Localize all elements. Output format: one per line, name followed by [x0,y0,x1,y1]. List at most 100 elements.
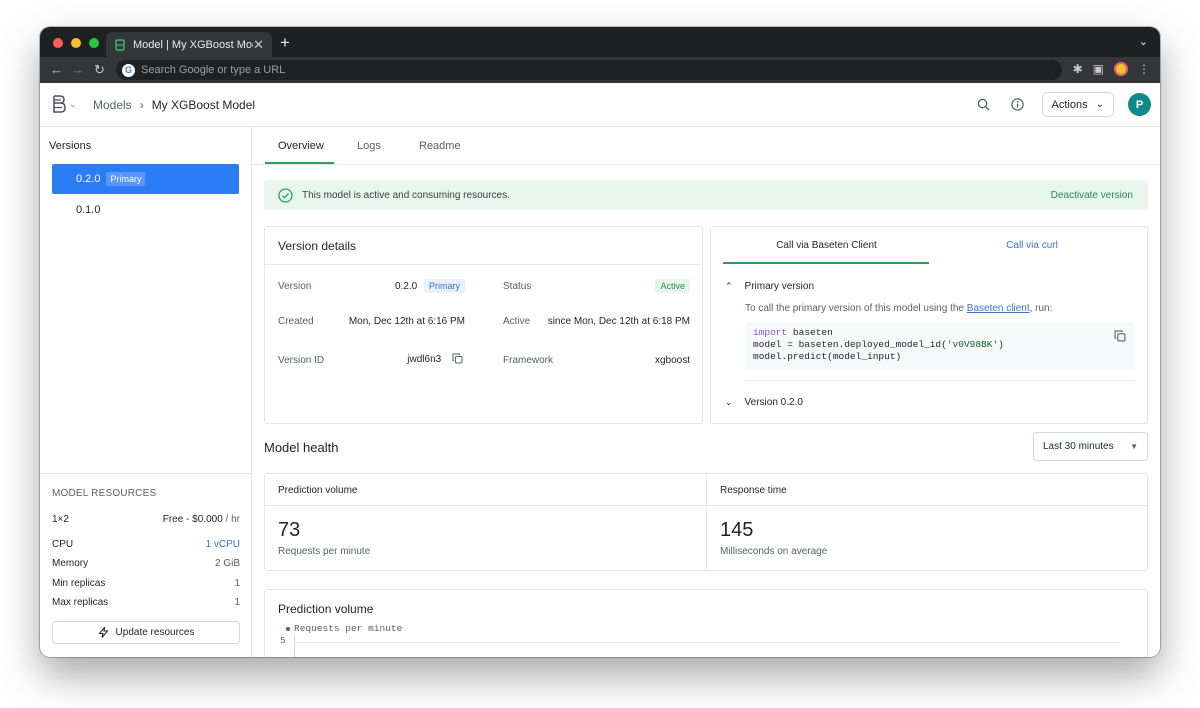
header-actions: Actions ⌄ P [974,92,1151,117]
close-tab-icon[interactable]: ✕ [253,37,264,53]
instruction-prefix: To call the primary version of this mode… [745,303,964,314]
baseten-favicon-icon [115,38,125,51]
deactivate-version-link[interactable]: Deactivate version [1051,190,1133,201]
legend-dot-icon [286,626,290,631]
version-item-0-2-0[interactable]: 0.2.0 Primary [52,164,239,194]
baseten-logo-icon [53,95,66,113]
primary-version-accordion[interactable]: ⌃ Primary version [725,281,814,292]
resource-row-max-replicas: Max replicas 1 [52,597,240,608]
copy-icon[interactable] [452,353,463,364]
resources-title: MODEL RESOURCES [52,488,157,499]
chevron-down-icon: ⌄ [1095,99,1104,110]
resource-value: 1 vCPU [205,539,240,550]
breadcrumb-models[interactable]: Models [93,98,132,112]
time-range-select[interactable]: Last 30 minutes ▼ [1033,432,1148,461]
version-id-label: Version ID [278,355,325,366]
breadcrumb: Models › My XGBoost Model [93,98,255,112]
baseten-logo[interactable]: ⌄ [52,95,77,113]
main-tabs: Overview Logs Readme [252,127,1160,165]
version-details-title: Version details [278,239,357,253]
prediction-volume-chart-card: Prediction volume Requests per minute 5 [264,589,1148,657]
tab-search-chevron-icon[interactable]: ⌄ [1139,35,1148,48]
profile-icon[interactable] [1114,62,1128,76]
legend-label: Requests per minute [294,623,403,634]
versions-sidebar: Versions 0.2.0 Primary 0.1.0 MODEL RESOU… [40,127,252,657]
instance-label: 1×2 [52,514,69,525]
resource-label: CPU [52,539,74,550]
divider [265,505,1147,506]
tab-call-curl[interactable]: Call via curl [929,240,1135,251]
actions-button[interactable]: Actions ⌄ [1041,92,1114,117]
logo-chevron-down-icon: ⌄ [69,98,77,109]
tab-logs[interactable]: Logs [357,140,381,152]
prediction-volume-value: 73 [278,519,301,541]
model-resources: MODEL RESOURCES 1×2 Free - $0.000 / hr C… [40,473,251,657]
response-time-label: Response time [720,485,787,496]
chevron-down-icon: ⌄ [725,397,733,407]
caret-down-icon: ▼ [1130,442,1138,451]
avatar[interactable]: P [1128,93,1151,116]
banner-message: This model is active and consuming resou… [302,189,510,201]
new-tab-icon[interactable]: + [280,33,290,53]
response-time-unit: Milliseconds on average [720,546,828,557]
resource-value: 2 GiB [214,558,240,569]
forward-arrow-icon[interactable]: → [71,62,84,77]
browser-toolbar-actions: ✱ ▣ ⋮ [1073,62,1150,76]
close-window-button[interactable] [53,38,63,48]
search-icon[interactable] [974,95,994,115]
version-details-card: Version details Version 0.2.0 Primary St… [264,226,703,424]
prediction-volume-label: Prediction volume [278,485,358,496]
info-icon[interactable] [1008,95,1028,115]
code-snippet: import baseten model = baseten.deployed_… [745,322,1135,370]
resource-row-min-replicas: Min replicas 1 [52,578,240,589]
active-value: since Mon, Dec 12th at 6:18 PM [547,316,690,327]
breadcrumb-chevron-right-icon: › [139,98,144,112]
tab-readme[interactable]: Readme [419,140,461,152]
resource-label: Max replicas [52,597,109,608]
primary-version-header: Primary version [744,281,815,292]
resource-row-memory: Memory 2 GiB [52,558,240,569]
chart-y-axis [294,635,295,657]
version-0-2-0-accordion[interactable]: ⌄ Version 0.2.0 [725,397,803,408]
extensions-puzzle-icon[interactable]: ✱ [1073,62,1083,76]
code-string: 'v0V98BK' [946,339,999,350]
status-value: Active [595,279,690,293]
version-item-0-1-0[interactable]: 0.1.0 [52,195,239,225]
call-instructions: To call the primary version of this mode… [745,303,1052,314]
response-time-value: 145 [720,519,754,541]
maximize-window-button[interactable] [89,38,99,48]
browser-tabbar: Model | My XGBoost Model ✕ + ⌄ [40,27,1160,57]
resource-value: 1 [234,597,240,608]
active-call-tab-indicator [723,262,929,264]
copy-icon[interactable] [1114,330,1126,342]
sidepanel-icon[interactable]: ▣ [1093,62,1104,76]
price-value: Free - $0.000 [162,514,223,525]
browser-window: Model | My XGBoost Model ✕ + ⌄ ← → ↻ G S… [40,27,1160,657]
resource-row-cpu: CPU 1 vCPU [52,539,240,550]
price-unit: / hr [225,514,240,525]
versions-title: Versions [49,140,92,152]
browser-tab[interactable]: Model | My XGBoost Model ✕ [106,32,272,57]
y-tick-label: 5 [280,636,286,646]
tab-call-baseten-client[interactable]: Call via Baseten Client [724,240,929,251]
version-label: 0.1.0 [76,204,101,216]
chart-gridline [294,642,1120,643]
baseten-client-link[interactable]: Baseten client [967,303,1030,314]
created-label: Created [278,316,314,327]
back-arrow-icon[interactable]: ← [50,62,63,77]
app-header: ⌄ Models › My XGBoost Model Actions ⌄ P [40,83,1160,127]
code-text: model.predict(model_input) [753,351,902,362]
reload-icon[interactable]: ↻ [94,62,105,78]
tab-overview[interactable]: Overview [278,140,324,152]
minimize-window-button[interactable] [71,38,81,48]
version-label: Version [278,281,312,292]
version-accordion-header: Version 0.2.0 [744,397,803,408]
code-text: baseten [787,327,833,338]
code-keyword: import [753,327,788,338]
address-bar[interactable]: G Search Google or type a URL [116,60,1062,80]
version-id-value: jwdl6n3 [375,353,463,365]
chevron-up-icon: ⌃ [725,281,733,291]
browser-menu-icon[interactable]: ⋮ [1138,62,1150,76]
update-resources-button[interactable]: Update resources [52,621,240,644]
google-icon: G [122,63,135,77]
